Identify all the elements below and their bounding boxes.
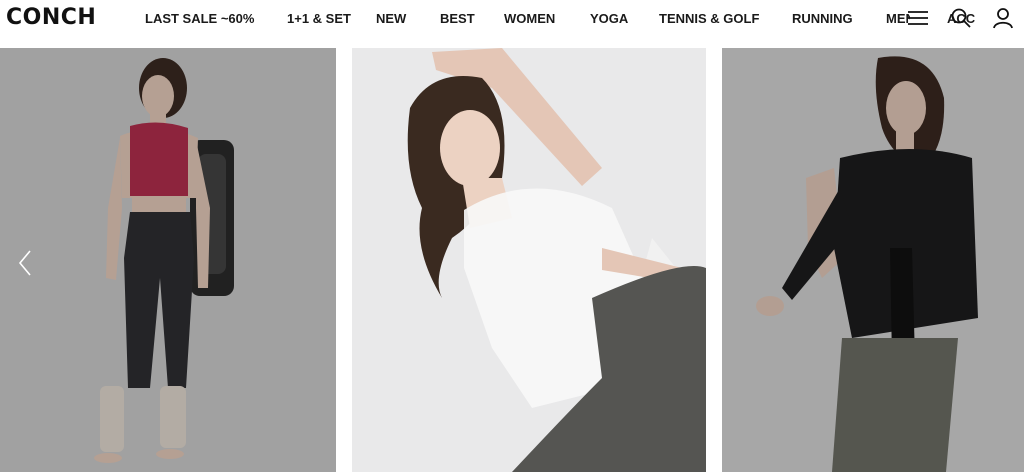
nav-item-new[interactable]: NEW: [376, 11, 406, 26]
user-icon[interactable]: [992, 7, 1014, 29]
nav-item-yoga[interactable]: YOGA: [590, 11, 628, 26]
nav-item-best[interactable]: BEST: [440, 11, 475, 26]
nav-item-tennis-golf[interactable]: TENNIS & GOLF: [659, 11, 759, 26]
search-icon[interactable]: [950, 7, 972, 29]
hamburger-menu-icon[interactable]: [907, 7, 929, 29]
slide-image-2[interactable]: [352, 48, 706, 472]
nav-item-last-sale[interactable]: LAST SALE ~60%: [145, 11, 254, 26]
chevron-left-icon[interactable]: [14, 248, 38, 278]
slide-image-1[interactable]: [0, 48, 336, 472]
nav-item-women[interactable]: WOMEN: [504, 11, 555, 26]
nav-item-1plus1-set[interactable]: 1+1 & SET: [287, 11, 351, 26]
hero-slider: [0, 48, 1024, 472]
site-header: CONCH LAST SALE ~60% 1+1 & SET NEW BEST …: [0, 0, 1024, 38]
nav-item-running[interactable]: RUNNING: [792, 11, 853, 26]
slide-image-3[interactable]: [722, 48, 1024, 472]
brand-logo[interactable]: CONCH: [6, 5, 96, 30]
